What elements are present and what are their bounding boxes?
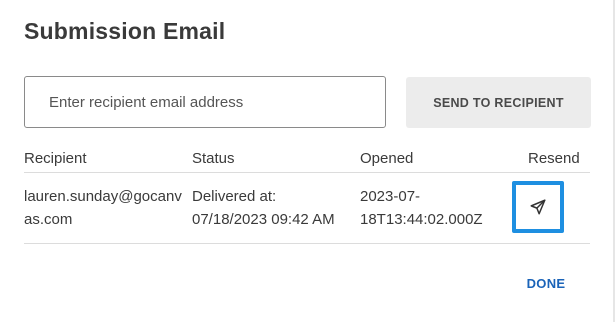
recipients-table: Recipient Status Opened Resend lauren.su… [24,148,590,244]
table-row: lauren.sunday@gocanvas.com Delivered at:… [24,173,590,244]
dialog-title: Submission Email [24,18,226,44]
column-header-status: Status [192,150,235,167]
resend-button[interactable] [512,181,564,233]
recipient-email-input[interactable] [24,76,386,128]
delivery-status: Delivered at: 07/18/2023 09:42 AM [192,188,335,228]
opened-timestamp: 2023-07-18T13:44:02.000Z [360,188,483,228]
send-to-recipient-button[interactable]: SEND TO RECIPIENT [406,77,591,128]
send-icon [529,198,547,216]
done-button[interactable]: DONE [516,272,576,294]
column-header-opened: Opened [360,150,414,167]
column-header-recipient: Recipient [24,150,87,167]
column-header-resend: Resend [528,150,580,167]
table-header: Recipient Status Opened Resend [24,148,590,173]
recipient-email: lauren.sunday@gocanvas.com [24,188,182,228]
submission-email-dialog: Submission Email SEND TO RECIPIENT Recip… [0,0,615,322]
